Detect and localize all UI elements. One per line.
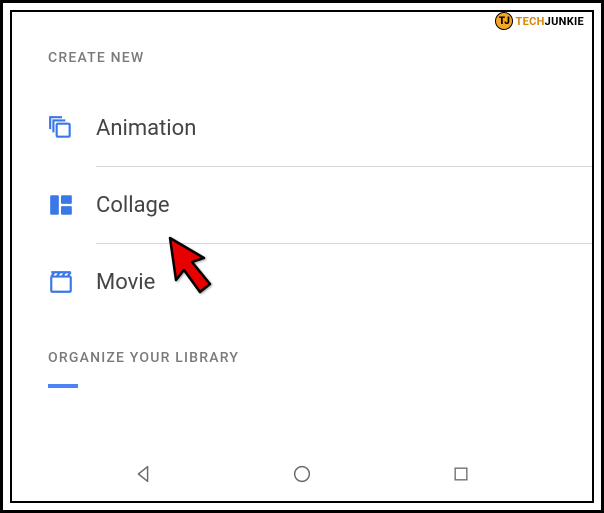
menu-item-label: Movie	[96, 270, 155, 295]
menu-item-label: Collage	[96, 193, 170, 218]
create-new-menu: Animation Collage	[42, 90, 592, 320]
watermark-text-2: JUNKIE	[545, 14, 584, 29]
watermark-badge: TJ TECH JUNKIE	[495, 10, 584, 32]
nav-home-button[interactable]	[274, 454, 330, 494]
watermark-text-1: TECH	[515, 14, 544, 29]
nav-recent-button[interactable]	[433, 454, 489, 494]
collage-icon	[42, 192, 96, 218]
truncated-item-stub	[48, 384, 78, 388]
android-nav-bar	[12, 447, 592, 501]
menu-item-collage[interactable]: Collage	[42, 167, 592, 243]
animation-icon	[42, 115, 96, 141]
watermark-logo-icon: TJ	[495, 12, 513, 30]
nav-back-button[interactable]	[115, 454, 171, 494]
screenshot-frame-outer: TJ TECH JUNKIE CREATE NEW	[0, 0, 604, 513]
menu-item-animation[interactable]: Animation	[42, 90, 592, 166]
menu-item-label: Animation	[96, 116, 196, 141]
screenshot-frame-gap: TJ TECH JUNKIE CREATE NEW	[3, 3, 601, 510]
app-screen: TJ TECH JUNKIE CREATE NEW	[10, 10, 594, 503]
content-area: CREATE NEW Animation	[12, 12, 592, 388]
section-header-create-new: CREATE NEW	[48, 50, 592, 66]
section-header-organize: ORGANIZE YOUR LIBRARY	[48, 350, 592, 366]
movie-icon	[42, 269, 96, 295]
menu-item-movie[interactable]: Movie	[42, 244, 592, 320]
